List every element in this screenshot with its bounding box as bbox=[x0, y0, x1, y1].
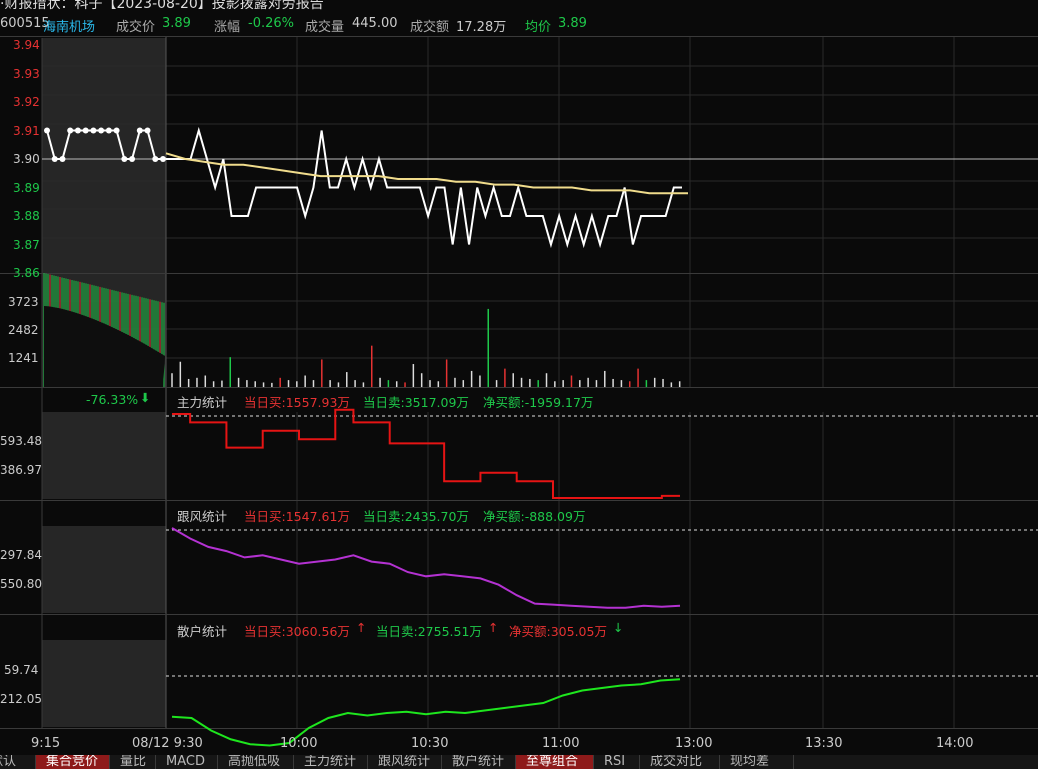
down-arrow-icon: ↓ bbox=[613, 620, 624, 635]
panel-buy: 当日买:1557.93万 bbox=[244, 395, 350, 410]
price-line bbox=[166, 126, 682, 249]
price-tick: 3.88 bbox=[13, 209, 40, 223]
volume-tick: 3723 bbox=[8, 295, 39, 309]
time-tick: 11:00 bbox=[542, 736, 580, 751]
auction-area-main bbox=[42, 412, 166, 499]
indicator-tab-bar: 默认 集合竞价 量比 MACD 高抛低吸 主力统计 跟风统计 散户统计 至尊组合… bbox=[0, 755, 1038, 769]
panel-sell: 当日卖:2435.70万 bbox=[363, 509, 469, 524]
up-arrow-icon: ↑ bbox=[356, 620, 367, 635]
tab-macd[interactable]: MACD bbox=[156, 755, 218, 769]
tab-follow[interactable]: 跟风统计 bbox=[368, 755, 442, 769]
auction-price-point bbox=[59, 156, 66, 162]
auction-price-point bbox=[152, 156, 159, 162]
auction-price-point bbox=[98, 127, 105, 134]
main-force-line bbox=[172, 408, 680, 499]
main-y-tick: 593.48 bbox=[0, 434, 42, 448]
follow-y-tick: 297.84 bbox=[0, 548, 42, 562]
auction-price-point bbox=[113, 127, 120, 134]
volume-tick: 2482 bbox=[8, 323, 39, 337]
tab-main-force[interactable]: 主力统计 bbox=[294, 755, 368, 769]
auction-price-point bbox=[51, 156, 58, 162]
time-tick: 10:00 bbox=[280, 736, 318, 751]
price-tick: 3.93 bbox=[13, 67, 40, 81]
auction-price-point bbox=[129, 156, 136, 162]
panel-buy: 当日买:3060.56万 bbox=[244, 624, 350, 639]
intraday-chart[interactable] bbox=[0, 0, 1038, 769]
tab-avg-diff[interactable]: 现均差 bbox=[720, 755, 794, 769]
tab-rsi[interactable]: RSI bbox=[594, 755, 640, 769]
tab-volume-ratio[interactable]: 量比 bbox=[110, 755, 156, 769]
auction-price-point bbox=[160, 156, 166, 162]
auction-price-point bbox=[74, 127, 81, 134]
panel-title: 散户统计 bbox=[177, 624, 228, 639]
panel-buy: 当日买:1547.61万 bbox=[244, 509, 350, 524]
time-tick: 08/12 9:30 bbox=[132, 736, 203, 751]
time-tick: 13:30 bbox=[805, 736, 843, 751]
follow-y-tick: 550.80 bbox=[0, 577, 42, 591]
price-tick: 3.94 bbox=[13, 38, 40, 52]
up-arrow-icon: ↑ bbox=[488, 620, 499, 635]
auction-ratio: -76.33% bbox=[86, 392, 139, 407]
panel-net: 净买额:-888.09万 bbox=[483, 509, 586, 524]
auction-price-point bbox=[105, 127, 112, 134]
tab-supreme-combo[interactable]: 至尊组合 bbox=[516, 755, 594, 769]
panel-sell: 当日卖:2755.51万 bbox=[376, 624, 482, 639]
price-tick: 3.90 bbox=[13, 152, 40, 166]
price-tick: 3.86 bbox=[13, 266, 40, 280]
auction-price-point bbox=[121, 156, 128, 162]
auction-price-point bbox=[82, 127, 89, 134]
volume-tick: 1241 bbox=[8, 351, 39, 365]
tab-retail[interactable]: 散户统计 bbox=[442, 755, 516, 769]
auction-price-point bbox=[67, 127, 74, 134]
auction-price-point bbox=[144, 127, 151, 134]
time-tick: 13:00 bbox=[675, 736, 713, 751]
auction-price-point bbox=[136, 127, 143, 134]
panel-title: 主力统计 bbox=[177, 395, 228, 410]
indicator-lines bbox=[171, 408, 681, 747]
price-tick: 3.87 bbox=[13, 238, 40, 252]
price-tick: 3.91 bbox=[13, 124, 40, 138]
auction-price-point bbox=[90, 127, 97, 134]
retail-y-tick: 59.74 bbox=[4, 663, 39, 677]
panel-sell: 当日卖:3517.09万 bbox=[363, 395, 469, 410]
panel-title: 跟风统计 bbox=[177, 509, 228, 524]
time-tick: 14:00 bbox=[936, 736, 974, 751]
main-y-tick: 386.97 bbox=[0, 463, 42, 477]
panel-net: 净买额:-1959.17万 bbox=[483, 395, 594, 410]
time-tick: 9:15 bbox=[31, 736, 61, 751]
auction-area-follow bbox=[42, 526, 166, 613]
price-tick: 3.89 bbox=[13, 181, 40, 195]
down-arrow-icon: ⬇ bbox=[140, 390, 151, 405]
tab-call-auction[interactable]: 集合竞价 bbox=[36, 755, 110, 769]
price-tick: 3.92 bbox=[13, 95, 40, 109]
auction-area-retail bbox=[42, 640, 166, 727]
auction-price-point bbox=[44, 127, 50, 134]
tab-high-sell-low-buy[interactable]: 高抛低吸 bbox=[218, 755, 294, 769]
follow-line bbox=[171, 527, 681, 609]
panel-net: 净买额:305.05万 bbox=[509, 624, 607, 639]
tab-trade-compare[interactable]: 成交对比 bbox=[640, 755, 720, 769]
tab-default[interactable]: 默认 bbox=[0, 755, 36, 769]
time-tick: 10:30 bbox=[411, 736, 449, 751]
retail-y-tick: 212.05 bbox=[0, 692, 42, 706]
